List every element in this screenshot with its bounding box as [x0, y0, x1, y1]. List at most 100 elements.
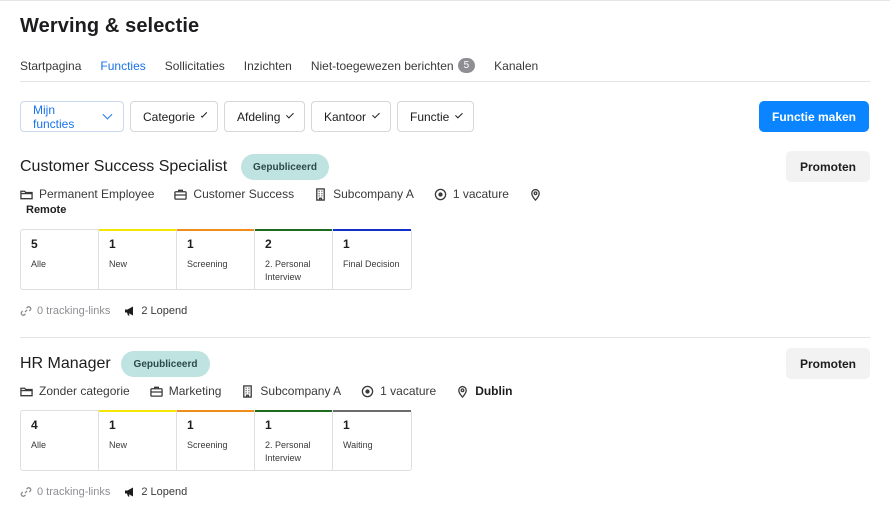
company-label: Subcompany A	[260, 384, 342, 398]
link-icon	[20, 487, 32, 497]
filter-label: Functie	[410, 109, 450, 124]
job-company: Subcompany A	[241, 384, 341, 398]
tab-label: Kanalen	[494, 59, 539, 73]
stage-alle[interactable]: 4 Alle	[21, 411, 99, 470]
job-card: Customer Success Specialist Gepubliceerd…	[20, 151, 870, 326]
tab-sollicitaties[interactable]: Sollicitaties	[165, 57, 225, 81]
filter-bar: Mijn functies Categorie Afdeling Kantoor…	[20, 101, 474, 132]
pipeline-stages: 4 Alle 1 New 1 Screening 1 2. Personal Inter…	[20, 410, 412, 471]
tab-startpagina[interactable]: Startpagina	[20, 57, 81, 81]
filter-functie[interactable]: Functie	[397, 101, 474, 132]
location-label: Dublin	[475, 384, 513, 398]
tab-label: Niet-toegewezen berichten	[310, 59, 454, 73]
job-card: HR Manager Gepubliceerd Promoten Zonder …	[20, 348, 870, 508]
running-campaigns[interactable]: 2 Lopend	[124, 486, 187, 498]
location-pin-icon	[458, 385, 468, 398]
stage-count: 1	[109, 418, 116, 432]
megaphone-icon	[125, 487, 134, 497]
create-job-button[interactable]: Functie maken	[759, 101, 869, 132]
megaphone-icon	[125, 306, 134, 316]
tracking-links-label: 0 tracking-links	[37, 486, 111, 498]
target-icon	[361, 385, 374, 397]
filter-kantoor[interactable]: Kantoor	[311, 101, 391, 132]
stage-label: 2. Personal Interview	[265, 259, 311, 282]
tab-inzichten[interactable]: Inzichten	[244, 57, 292, 81]
job-meta: Zonder categorie Marketing Subcompany A …	[20, 384, 533, 398]
chevron-down-icon	[372, 110, 380, 119]
running-campaigns-label: 2 Lopend	[141, 486, 188, 498]
pipeline-stages: 5 Alle 1 New 1 Screening 2 2. Personal Inter…	[20, 229, 412, 290]
tracking-links[interactable]: 0 tracking-links	[20, 305, 110, 317]
category-label: Marketing	[168, 384, 222, 398]
folder-icon	[20, 387, 33, 396]
stage-color-bar	[99, 229, 176, 231]
unread-count-badge: 5	[457, 58, 476, 73]
chevron-down-icon	[200, 111, 208, 118]
category-label: Customer Success	[193, 187, 295, 201]
stage-label: 2. Personal Interview	[265, 440, 311, 463]
vacancies-label: 1 vacature	[380, 384, 437, 398]
job-title[interactable]: Customer Success Specialist	[20, 158, 227, 176]
stage-count: 1	[187, 237, 194, 251]
tracking-links[interactable]: 0 tracking-links	[20, 486, 110, 498]
stage-label: Screening	[187, 440, 228, 450]
chevron-down-icon	[286, 110, 294, 119]
vacancies-label: 1 vacature	[452, 187, 509, 201]
employment-type: Permanent Employee	[20, 187, 154, 201]
job-meta: Permanent Employee Customer Success Subc…	[20, 187, 562, 201]
filter-mijn-functies[interactable]: Mijn functies	[20, 101, 124, 132]
tab-functies[interactable]: Functies	[100, 57, 145, 81]
job-category: Customer Success	[174, 187, 294, 201]
promote-button[interactable]: Promoten	[786, 151, 870, 182]
tab-kanalen[interactable]: Kanalen	[494, 57, 538, 81]
stage-personal-interview[interactable]: 1 2. Personal Interview	[255, 410, 333, 470]
stage-label: Waiting	[343, 440, 373, 450]
stage-new[interactable]: 1 New	[99, 229, 177, 289]
company-label: Subcompany A	[333, 187, 414, 201]
stage-screening[interactable]: 1 Screening	[177, 229, 255, 289]
filter-label: Afdeling	[237, 109, 281, 124]
running-campaigns[interactable]: 2 Lopend	[124, 305, 187, 317]
stage-personal-interview[interactable]: 2 2. Personal Interview	[255, 229, 333, 289]
job-company: Subcompany A	[314, 187, 414, 201]
stage-count: 1	[343, 237, 350, 251]
job-location: Dublin	[456, 384, 513, 398]
stage-color-bar	[333, 229, 411, 231]
stage-screening[interactable]: 1 Screening	[177, 410, 255, 470]
stage-color-bar	[255, 410, 332, 412]
stage-color-bar	[333, 410, 411, 412]
stage-new[interactable]: 1 New	[99, 410, 177, 470]
employment-label: Zonder categorie	[39, 384, 130, 398]
tab-niet-toegewezen-berichten[interactable]: Niet-toegewezen berichten 5	[310, 57, 476, 81]
filter-label: Categorie	[143, 109, 196, 124]
filter-label: Kantoor	[324, 109, 367, 124]
job-location	[529, 188, 542, 201]
job-footer: 0 tracking-links 2 Lopend	[20, 486, 187, 498]
stage-waiting[interactable]: 1 Waiting	[333, 410, 411, 470]
filter-afdeling[interactable]: Afdeling	[224, 101, 305, 132]
target-icon	[434, 188, 447, 200]
stage-final-decision[interactable]: 1 Final Decision	[333, 229, 411, 289]
filter-categorie[interactable]: Categorie	[130, 101, 218, 132]
stage-label: Alle	[31, 440, 47, 450]
tab-label: Startpagina	[20, 59, 82, 73]
stage-count: 1	[343, 418, 350, 432]
link-icon	[20, 306, 32, 316]
promote-button[interactable]: Promoten	[786, 348, 870, 379]
stage-label: Final Decision	[343, 259, 400, 269]
briefcase-icon	[174, 189, 188, 200]
chevron-down-icon	[102, 109, 113, 120]
job-footer: 0 tracking-links 2 Lopend	[20, 305, 187, 317]
job-title[interactable]: HR Manager	[20, 355, 111, 373]
stage-count: 1	[265, 418, 272, 432]
stage-label: Alle	[31, 259, 47, 269]
stage-count: 1	[109, 237, 116, 251]
job-vacancies: 1 vacature	[434, 187, 509, 201]
stage-alle[interactable]: 5 Alle	[21, 230, 99, 289]
building-icon	[316, 187, 325, 201]
chevron-down-icon	[455, 110, 463, 119]
status-badge: Gepubliceerd	[241, 154, 329, 180]
location-label: Remote	[26, 204, 67, 216]
folder-icon	[20, 190, 33, 199]
top-divider	[0, 0, 890, 1]
